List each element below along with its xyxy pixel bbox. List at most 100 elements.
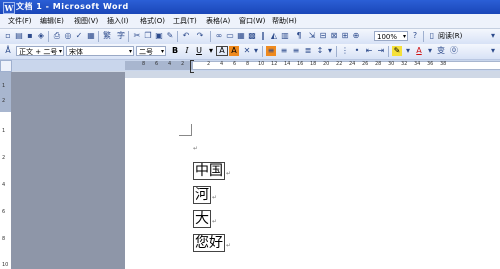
spelling-icon[interactable]: ✓ — [74, 31, 84, 41]
undo-icon[interactable]: ↶ — [181, 31, 191, 41]
translate-icon[interactable]: 繁 — [102, 31, 112, 41]
document-line[interactable]: 您好 ↵ — [193, 233, 231, 253]
chevron-down-icon: ▾ — [402, 33, 406, 40]
new-document-icon[interactable]: ▫ — [3, 31, 13, 41]
document-map-icon[interactable]: ▥ — [280, 31, 290, 41]
font-color-dropdown-icon[interactable]: ▾ — [425, 46, 435, 56]
tab-selector[interactable] — [0, 60, 12, 72]
hyperlink-icon[interactable]: ∞ — [214, 31, 224, 41]
help-icon[interactable]: ? — [410, 31, 420, 41]
paragraph-mark-icon: ↵ — [212, 194, 218, 201]
line-spacing-icon[interactable]: ↕ — [315, 46, 325, 56]
decrease-indent-icon[interactable]: ⇤ — [364, 46, 374, 56]
bold-button[interactable]: B — [170, 46, 180, 56]
align-justify-icon[interactable]: ≡ — [266, 46, 276, 56]
format-painter-icon[interactable]: ✎ — [165, 31, 175, 41]
ruler-label: 18 — [310, 61, 317, 67]
menu-table[interactable]: 表格(A) — [206, 16, 230, 26]
ruler-label: 1 — [2, 83, 6, 89]
insert-table-icon[interactable]: ▦ — [236, 31, 246, 41]
scaling-dropdown-icon[interactable]: ▾ — [251, 46, 261, 56]
paste-icon[interactable]: ▣ — [154, 31, 164, 41]
permission-icon[interactable]: ◈ — [36, 31, 46, 41]
indent-marker[interactable] — [190, 60, 194, 73]
italic-button[interactable]: I — [182, 46, 192, 56]
underline-button[interactable]: U — [194, 46, 204, 56]
chevron-down-icon: ▾ — [128, 48, 132, 55]
distributed-icon[interactable]: ≣ — [303, 46, 313, 56]
styles-pane-icon[interactable]: Å — [3, 46, 13, 56]
bullets-icon[interactable]: • — [352, 46, 362, 56]
ruler-label: 34 — [414, 61, 421, 67]
document-page[interactable]: ↵ 中国 ↵ 河 ↵ 大 ↵ 您好 ↵ — [125, 78, 500, 269]
font-color-icon[interactable]: A — [414, 46, 424, 56]
research-icon[interactable]: ▦ — [86, 31, 96, 41]
line-spacing-dropdown-icon[interactable]: ▾ — [325, 46, 335, 56]
other-tool-icon[interactable]: ⊟ — [318, 31, 328, 41]
clipboard-icon[interactable]: ⊠ — [329, 31, 339, 41]
zoom-select[interactable]: 100% ▾ — [374, 31, 408, 41]
highlight-dropdown-icon[interactable]: ▾ — [403, 46, 413, 56]
menu-help[interactable]: 帮助(H) — [272, 16, 297, 26]
ruler-label: 6 — [233, 61, 237, 67]
save-icon[interactable]: ▪ — [25, 31, 35, 41]
document-line[interactable]: 大 ↵ — [193, 209, 217, 229]
document-line[interactable]: 中国 ↵ — [193, 161, 231, 181]
menu-window[interactable]: 窗口(W) — [239, 16, 265, 26]
align-right-icon[interactable]: ≡ — [291, 46, 301, 56]
find-icon[interactable]: ⊞ — [340, 31, 350, 41]
bopomofo-icon[interactable]: 字 — [116, 31, 126, 41]
ruler-label: 22 — [336, 61, 343, 67]
font-value: 宋体 — [69, 48, 83, 56]
font-size-select[interactable]: 二号 ▾ — [136, 46, 166, 56]
read-mode-icon[interactable]: ▯ — [427, 31, 437, 41]
underline-style-dropdown[interactable]: ▾ — [206, 46, 216, 56]
open-folder-icon[interactable]: ▤ — [14, 31, 24, 41]
phonetic-guide-icon[interactable]: ⓪ — [449, 46, 459, 56]
drawing-icon[interactable]: ◭ — [269, 31, 279, 41]
columns-icon[interactable]: ‖ — [258, 31, 268, 41]
menu-edit[interactable]: 编辑(E) — [40, 16, 64, 26]
print-icon[interactable]: ⎙ — [52, 31, 62, 41]
highlight-icon[interactable]: ✎ — [392, 46, 402, 56]
increase-indent-icon[interactable]: ⇥ — [376, 46, 386, 56]
chevron-down-icon: ▾ — [58, 48, 62, 55]
font-select[interactable]: 宋体 ▾ — [66, 46, 134, 56]
horizontal-ruler[interactable]: 8 6 4 2 2 4 6 8 10 12 14 16 18 20 22 24 … — [125, 61, 500, 70]
toolbar-separator — [423, 31, 424, 42]
menu-insert[interactable]: 插入(I) — [107, 16, 129, 26]
print-preview-icon[interactable]: ◎ — [63, 31, 73, 41]
read-mode-button[interactable]: 阅读(R) — [438, 31, 462, 41]
redo-icon[interactable]: ↷ — [195, 31, 205, 41]
character-border-button[interactable]: A — [216, 46, 228, 56]
zoom-icon[interactable]: ⊕ — [351, 31, 361, 41]
title-bar: W 文档 1 - Microsoft Word — [0, 0, 500, 14]
style-select[interactable]: 正文 + 二号 ▾ — [16, 46, 64, 56]
zoom-value: 100% — [377, 33, 398, 41]
insert-excel-icon[interactable]: ▩ — [247, 31, 257, 41]
ruler-label: 20 — [323, 61, 330, 67]
ruler-label: 6 — [2, 209, 6, 215]
toolbar-separator — [48, 31, 49, 42]
character-shading-button[interactable]: A — [229, 46, 239, 56]
toolbar-options-icon[interactable]: ▾ — [488, 31, 498, 41]
tables-borders-icon[interactable]: ▭ — [225, 31, 235, 41]
toolbar-options-icon[interactable]: ▾ — [488, 46, 498, 56]
style-value: 正文 + 二号 — [19, 48, 58, 56]
emphasis-mark-icon[interactable]: 变 — [436, 46, 446, 56]
menu-format[interactable]: 格式(O) — [140, 16, 165, 26]
numbering-icon[interactable]: ⋮ — [340, 46, 350, 56]
show-hide-icon[interactable]: ¶ — [294, 31, 304, 41]
ruler-label: 16 — [297, 61, 304, 67]
menu-tools[interactable]: 工具(T) — [173, 16, 197, 26]
menu-view[interactable]: 视图(V) — [74, 16, 98, 26]
align-center-icon[interactable]: ≡ — [279, 46, 289, 56]
select-object-icon[interactable]: ⇲ — [307, 31, 317, 41]
menu-file[interactable]: 文件(F) — [8, 16, 32, 26]
cut-icon[interactable]: ✂ — [132, 31, 142, 41]
boxed-text: 您好 — [193, 234, 225, 252]
document-line[interactable]: 河 ↵ — [193, 185, 217, 205]
ruler-label: 4 — [220, 61, 224, 67]
toolbar-separator — [262, 46, 263, 57]
copy-icon[interactable]: ❐ — [143, 31, 153, 41]
